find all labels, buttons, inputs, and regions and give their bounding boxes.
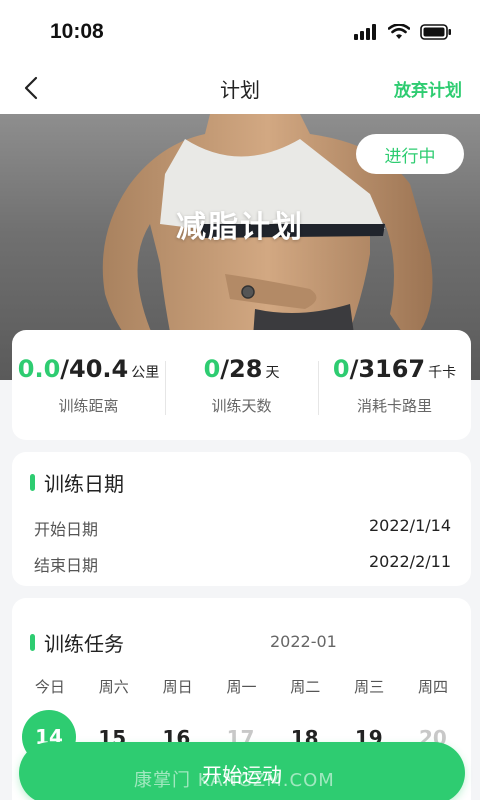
weekday-label: 今日 xyxy=(34,678,65,696)
stat-value: 0/3167 千卡 xyxy=(332,354,457,383)
start-date-label: 开始日期 xyxy=(34,520,99,539)
plan-status-badge: 进行中 xyxy=(356,134,464,174)
stat-distance: 0.0/40.4 公里 训练距离 xyxy=(12,355,165,416)
nav-bar: 计划 放弃计划 xyxy=(0,64,480,114)
stat-label: 训练距离 xyxy=(58,396,119,415)
accent-bar xyxy=(30,634,35,651)
weekday-label: 周四 xyxy=(417,678,448,696)
end-date-label: 结束日期 xyxy=(34,556,99,575)
status-bar: 10:08 xyxy=(0,0,480,64)
stat-label: 消耗卡路里 xyxy=(356,396,432,415)
abandon-plan-button[interactable]: 放弃计划 xyxy=(394,76,462,101)
training-dates-card: 训练日期 开始日期 2022/1/14 结束日期 2022/2/11 xyxy=(12,452,471,586)
weekday-row: 今日 周六 周日 周一 周二 周三 周四 xyxy=(12,676,471,697)
stat-days: 0/28 天 训练天数 xyxy=(165,355,318,416)
start-date-row: 开始日期 2022/1/14 xyxy=(34,516,451,540)
stat-label: 训练天数 xyxy=(211,396,272,415)
accent-bar xyxy=(30,474,35,491)
end-date-row: 结束日期 2022/2/11 xyxy=(34,552,451,576)
stat-value: 0/28 天 xyxy=(203,354,280,383)
stat-calories: 0/3167 千卡 消耗卡路里 xyxy=(318,355,471,416)
section-title: 训练日期 xyxy=(30,468,124,497)
battery-icon xyxy=(420,24,452,44)
stats-card: 0.0/40.4 公里 训练距离 0/28 天 训练天数 0/3167 千卡 消耗卡路… xyxy=(12,330,471,440)
weekday-label: 周二 xyxy=(290,678,321,696)
stat-value: 0.0/40.4 公里 xyxy=(17,354,160,383)
start-exercise-button[interactable]: 开始运动 xyxy=(19,742,465,800)
status-icons xyxy=(354,23,452,44)
weekday-label: 周六 xyxy=(98,678,129,696)
start-date-value: 2022/1/14 xyxy=(368,516,451,535)
section-title: 训练任务 xyxy=(30,628,124,657)
plan-title: 减脂计划 xyxy=(176,210,304,245)
month-label: 2022-01 xyxy=(270,632,337,651)
end-date-value: 2022/2/11 xyxy=(368,552,451,571)
status-time: 10:08 xyxy=(50,20,104,43)
signal-icon xyxy=(354,24,378,44)
wifi-icon xyxy=(387,23,411,44)
weekday-label: 周一 xyxy=(226,678,257,696)
weekday-label: 周三 xyxy=(354,678,385,696)
weekday-label: 周日 xyxy=(162,678,193,696)
